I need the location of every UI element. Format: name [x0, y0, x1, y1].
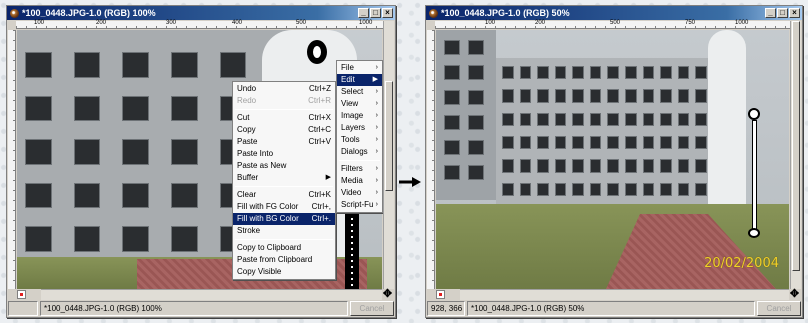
window-title: *100_0448.JPG-1.0 (RGB) 100%: [22, 8, 156, 18]
ruler-tick-label: 300: [166, 20, 177, 26]
horizontal-scrollbar[interactable]: [460, 289, 789, 300]
submenu-arrow-icon: ›: [375, 64, 378, 71]
menu-item-edit[interactable]: Edit ▶: [337, 74, 382, 86]
submenu-arrow-icon: ›: [375, 112, 378, 119]
pointer-coords: 928, 366: [427, 301, 465, 316]
scrollbar-thumb[interactable]: [792, 21, 800, 271]
horizontal-ruler[interactable]: 100 200 300 400 500 1000: [16, 20, 383, 29]
menu-item-undo[interactable]: Undo Ctrl+Z: [233, 83, 335, 95]
status-text: *100_0448.JPG-1.0 (RGB) 50%: [467, 301, 755, 316]
submenu-arrow-icon: ›: [375, 124, 378, 131]
menu-item-paste-into[interactable]: Paste Into: [233, 148, 335, 160]
status-bar: 928, 366 *100_0448.JPG-1.0 (RGB) 50% Can…: [427, 301, 801, 316]
horizontal-scrollbar[interactable]: [41, 289, 382, 300]
vertical-ruler[interactable]: [427, 30, 435, 289]
menu-item-dialogs[interactable]: Dialogs ›: [337, 146, 382, 158]
ruler-tick-label: 100: [34, 20, 45, 26]
menu-item-cut[interactable]: Cut Ctrl+X: [233, 112, 335, 124]
painted-stroke: [307, 40, 327, 64]
submenu-arrow-icon: ›: [375, 165, 378, 172]
painted-stroke: [748, 108, 760, 120]
ruler-tick-label: 500: [296, 20, 307, 26]
menu-item-view[interactable]: View ›: [337, 98, 382, 110]
scrollbar-thumb[interactable]: [385, 81, 393, 191]
quick-mask-toggle[interactable]: [436, 290, 445, 299]
navigate-icon[interactable]: ✥: [789, 289, 800, 300]
ruler-tick-label: 1000: [735, 20, 749, 26]
submenu-arrow-icon: ›: [375, 136, 378, 143]
image-window-left[interactable]: *100_0448.JPG-1.0 (RGB) 100% _ □ × 100 2…: [6, 5, 396, 318]
quick-mask-toggle[interactable]: [17, 290, 26, 299]
submenu-arrow-icon: ›: [375, 100, 378, 107]
arrow-right-icon: [399, 177, 421, 187]
pointer-coords: [8, 301, 38, 316]
vertical-scrollbar[interactable]: [790, 21, 801, 289]
menu-item-select[interactable]: Select ›: [337, 86, 382, 98]
ruler-tick-label: 200: [96, 20, 107, 26]
menu-item-copy-to-clipboard[interactable]: Copy to Clipboard: [233, 242, 335, 254]
maximize-button[interactable]: □: [370, 8, 381, 18]
date-stamp: 20/02/2004: [704, 256, 779, 271]
maximize-button[interactable]: □: [777, 8, 788, 18]
menu-item-layers[interactable]: Layers ›: [337, 122, 382, 134]
edit-submenu[interactable]: Undo Ctrl+Z Redo Ctrl+R Cut Ctrl+X Copy Ctrl…: [232, 81, 336, 280]
menu-item-copy[interactable]: Copy Ctrl+C: [233, 124, 335, 136]
submenu-arrow-icon: ›: [375, 148, 378, 155]
menu-item-fill-bg[interactable]: Fill with BG Color Ctrl+.: [233, 213, 335, 225]
menu-item-redo[interactable]: Redo Ctrl+R: [233, 95, 335, 107]
titlebar-right[interactable]: *100_0448.JPG-1.0 (RGB) 50% _ □ ×: [426, 6, 802, 20]
menu-item-copy-visible[interactable]: Copy Visible: [233, 266, 335, 278]
ruler-tick-label: 750: [685, 20, 696, 26]
menu-item-filters[interactable]: Filters ›: [337, 163, 382, 175]
titlebar-left[interactable]: *100_0448.JPG-1.0 (RGB) 100% _ □ ×: [7, 6, 395, 20]
submenu-arrow-icon: ›: [375, 201, 378, 208]
menu-item-paste-from-clipboard[interactable]: Paste from Clipboard: [233, 254, 335, 266]
ruler-tick-label: 1000: [359, 20, 373, 26]
menu-item-media[interactable]: Media ›: [337, 175, 382, 187]
menu-item-fill-fg[interactable]: Fill with FG Color Ctrl+,: [233, 201, 335, 213]
image-canvas[interactable]: 20/02/2004: [436, 30, 789, 289]
menu-item-paste[interactable]: Paste Ctrl+V: [233, 136, 335, 148]
submenu-arrow-icon: ›: [375, 189, 378, 196]
menu-item-tools[interactable]: Tools ›: [337, 134, 382, 146]
submenu-arrow-icon: ▶: [325, 174, 331, 181]
minimize-button[interactable]: _: [358, 8, 369, 18]
ruler-tick-label: 100: [485, 20, 496, 26]
menu-item-stroke[interactable]: Stroke: [233, 225, 335, 237]
window-title: *100_0448.JPG-1.0 (RGB) 50%: [441, 8, 570, 18]
close-button[interactable]: ×: [789, 8, 800, 18]
ruler-tick-label: 400: [232, 20, 243, 26]
ruler-tick-label: 200: [535, 20, 546, 26]
status-bar: *100_0448.JPG-1.0 (RGB) 100% Cancel: [8, 301, 394, 316]
close-button[interactable]: ×: [382, 8, 393, 18]
menu-item-image[interactable]: Image ›: [337, 110, 382, 122]
horizontal-ruler[interactable]: 100 200 500 750 1000: [435, 20, 790, 29]
gimp-app-icon: [10, 8, 19, 18]
menu-item-paste-as-new[interactable]: Paste as New: [233, 160, 335, 172]
menu-item-clear[interactable]: Clear Ctrl+K: [233, 189, 335, 201]
cancel-button[interactable]: Cancel: [757, 301, 801, 316]
status-text: *100_0448.JPG-1.0 (RGB) 100%: [40, 301, 348, 316]
cancel-button[interactable]: Cancel: [350, 301, 394, 316]
menu-item-script-fu[interactable]: Script-Fu ›: [337, 199, 382, 211]
ruler-tick-label: 500: [610, 20, 621, 26]
vertical-scrollbar[interactable]: [383, 21, 394, 289]
navigate-icon[interactable]: ✥: [382, 289, 393, 300]
submenu-arrow-icon: ▶: [372, 76, 378, 83]
minimize-button[interactable]: _: [765, 8, 776, 18]
vertical-ruler[interactable]: [8, 30, 16, 289]
gimp-app-icon: [429, 8, 438, 18]
image-context-menu[interactable]: File › Edit ▶ Select › View › Image › Layers ›…: [336, 60, 383, 213]
menu-item-file[interactable]: File ›: [337, 62, 382, 74]
submenu-arrow-icon: ›: [375, 177, 378, 184]
submenu-arrow-icon: ›: [375, 88, 378, 95]
menu-item-buffer[interactable]: Buffer ▶: [233, 172, 335, 184]
round-tower: [708, 30, 746, 230]
menu-item-video[interactable]: Video ›: [337, 187, 382, 199]
image-window-right[interactable]: *100_0448.JPG-1.0 (RGB) 50% _ □ × 100 20…: [425, 5, 803, 318]
